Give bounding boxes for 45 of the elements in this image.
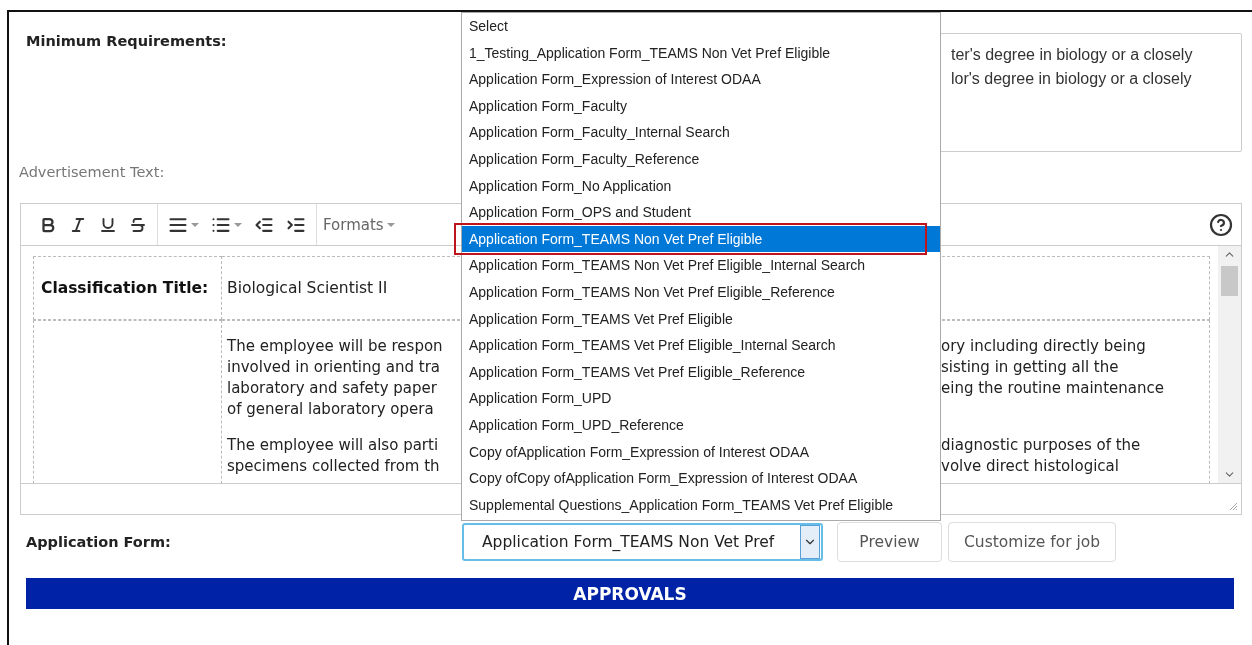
field-label: Application Form: [25,534,172,550]
description-text: of general laboratory opera [227,399,435,419]
dropdown-option[interactable]: Copy ofApplication Form_Expression of Interest ODAA [462,438,940,466]
dropdown-option[interactable]: Application Form_Expression of Interest ODAA [462,66,940,93]
description-text: ory including directly being [941,336,1146,356]
description-text: laboratory and safety paper [227,378,438,398]
scrollbar[interactable] [1218,246,1241,483]
description-text: eing the routine maintenance [941,378,1164,398]
classification-value: Biological Scientist II [227,279,388,297]
dropdown-option[interactable]: Select [462,13,940,40]
formats-dropdown[interactable]: Formats [317,211,401,238]
dropdown-option[interactable]: Application Form_UPD [462,385,940,412]
classification-label: Classification Title: [41,279,209,297]
dropdown-option[interactable]: Application Form_Faculty [462,92,940,120]
description-text: sisting in getting all the [941,357,1119,377]
description-text: involved in orienting and tra [227,357,442,377]
dropdown-option[interactable]: Application Form_OPS and Student [462,199,940,226]
dropdown-option[interactable]: Application Form_Faculty_Reference [462,145,940,173]
description-text: diagnostic purposes of the [941,435,1141,455]
requirements-text: lor's degree in biology or a closely [951,69,1193,89]
description-text: specimens collected from th [227,456,441,476]
field-label: Minimum Requirements: [25,33,227,51]
application-form-select[interactable]: Application Form_TEAMS Non Vet Pref [462,523,823,561]
dropdown-option[interactable]: Application Form_Faculty_Internal Search [462,119,940,146]
dropdown-option[interactable]: 1_Testing_Application Form_TEAMS Non Vet Pref Eligible [462,39,940,67]
section-header: APPROVALS [26,578,1234,609]
scroll-thumb[interactable] [1221,266,1238,296]
dropdown-option[interactable]: Application Form_TEAMS Vet Pref Eligible [462,305,940,333]
customize-button[interactable]: Customize for job [948,522,1117,562]
description-text: volve direct histological [941,456,1119,476]
dropdown-option[interactable]: Application Form_UPD_Reference [462,411,940,439]
field-label: Advertisement Text: [18,164,166,182]
description-text: The employee will be respon [227,336,444,356]
resize-grip-icon[interactable] [1229,502,1238,511]
dropdown-option[interactable]: Application Form_TEAMS Vet Pref Eligible_Reference [462,358,940,386]
dropdown-option[interactable]: Application Form_TEAMS Non Vet Pref Eligible_Reference [462,278,940,306]
dropdown-option[interactable]: Application Form_No Application [462,172,940,200]
preview-button[interactable]: Preview [837,522,942,562]
dropdown-option[interactable]: Application Form_TEAMS Vet Pref Eligible_Internal Search [462,332,940,359]
dropdown-option[interactable]: Application Form_TEAMS Non Vet Pref Eligible_Internal Search [462,252,940,279]
requirements-text: ter's degree in biology or a closely [951,45,1194,65]
dropdown-option[interactable]: Supplemental Questions_Application Form_TEAMS Vet Pref Eligible [462,491,940,519]
description-text: The employee will also parti [227,435,440,455]
dropdown-option[interactable]: Copy ofCopy ofApplication Form_Expression of Interest ODAA [462,465,940,492]
chevron-down-icon[interactable] [800,525,820,559]
